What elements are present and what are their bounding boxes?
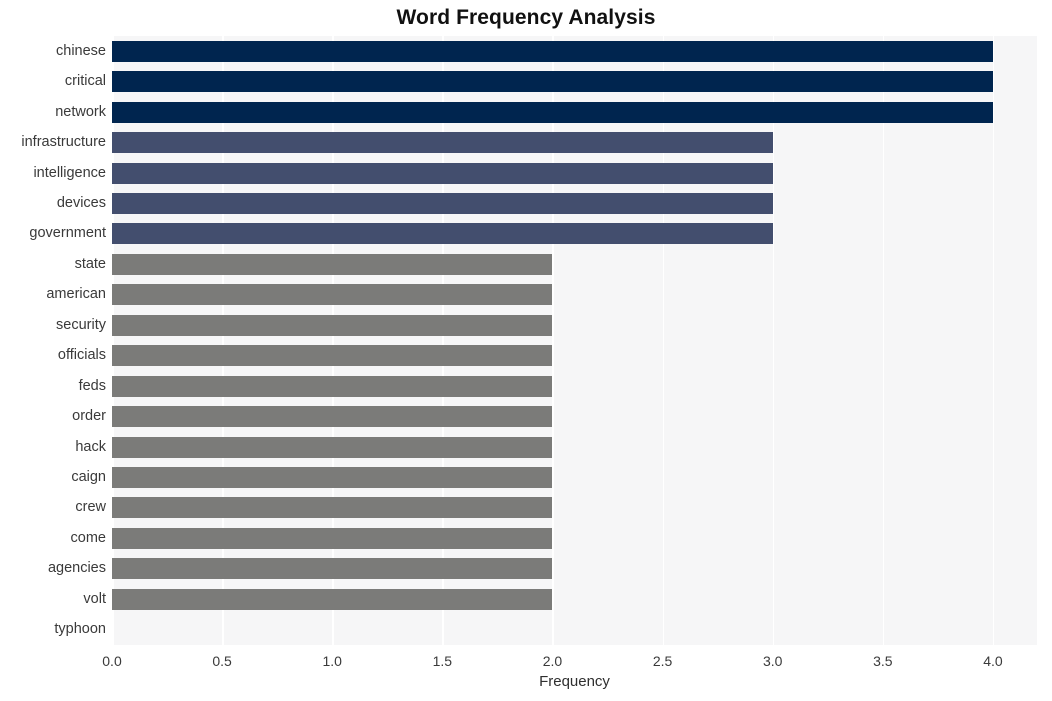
x-tick-label-2.5: 2.5 — [652, 653, 673, 669]
bar-chinese[interactable] — [112, 40, 993, 62]
y-tick-label-caign: caign — [71, 469, 106, 486]
bar-come[interactable] — [112, 527, 553, 549]
y-tick-label-volt: volt — [83, 590, 106, 607]
bar-officials[interactable] — [112, 345, 553, 367]
word-frequency-chart-figure: Word Frequency Analysis chinese critical n… — [0, 0, 1052, 701]
y-tick-label-agencies: agencies — [47, 560, 106, 577]
bar-agencies[interactable] — [112, 558, 553, 580]
y-tick-label-american: american — [46, 286, 106, 303]
x-tick-label-0.5: 0.5 — [212, 653, 232, 669]
y-tick-label-order: order — [72, 408, 106, 425]
bar-intelligence[interactable] — [112, 162, 773, 184]
y-tick-label-critical: critical — [64, 73, 106, 90]
bar-hack[interactable] — [112, 436, 553, 458]
bars-container — [112, 36, 1037, 645]
bar-american[interactable] — [112, 284, 553, 306]
x-tick-label-0.0: 0.0 — [102, 653, 122, 669]
y-tick-label-chinese: chinese — [56, 42, 106, 59]
bar-devices[interactable] — [112, 192, 773, 214]
y-tick-label-hack: hack — [75, 438, 106, 455]
bar-order[interactable] — [112, 406, 553, 428]
x-axis-tick-labels: 0.0 0.5 1.0 1.5 2.0 2.5 3.0 3.5 4.0 — [0, 645, 1052, 675]
x-axis-title: Frequency — [539, 673, 610, 690]
bar-network[interactable] — [112, 101, 993, 123]
x-tick-label-1.5: 1.5 — [432, 653, 453, 669]
bar-state[interactable] — [112, 253, 553, 275]
y-tick-label-network: network — [55, 103, 106, 120]
plot-area — [112, 36, 1037, 645]
bar-infrastructure[interactable] — [112, 132, 773, 154]
y-tick-label-come: come — [70, 529, 106, 546]
bar-feds[interactable] — [112, 375, 553, 397]
bar-government[interactable] — [112, 223, 773, 245]
bar-volt[interactable] — [112, 588, 553, 610]
bar-caign[interactable] — [112, 467, 553, 489]
bar-critical[interactable] — [112, 71, 993, 93]
x-tick-label-2.0: 2.0 — [542, 653, 563, 669]
y-tick-label-security: security — [56, 316, 106, 333]
bar-crew[interactable] — [112, 497, 553, 519]
x-tick-label-3.0: 3.0 — [762, 653, 783, 669]
y-tick-label-intelligence: intelligence — [33, 164, 106, 181]
y-tick-label-infrastructure: infrastructure — [21, 134, 106, 151]
y-tick-label-feds: feds — [78, 377, 106, 394]
y-axis-tick-labels: chinese critical network infrastructure inte… — [0, 36, 106, 645]
y-tick-label-state: state — [74, 255, 106, 272]
chart-title: Word Frequency Analysis — [396, 6, 656, 29]
x-tick-label-4.0: 4.0 — [983, 653, 1003, 669]
y-tick-label-devices: devices — [56, 194, 106, 211]
y-tick-label-officials: officials — [57, 347, 106, 364]
y-tick-label-crew: crew — [75, 499, 106, 516]
x-tick-label-1.0: 1.0 — [322, 653, 342, 669]
x-tick-label-3.5: 3.5 — [873, 653, 893, 669]
y-tick-label-typhoon: typhoon — [54, 621, 106, 638]
bar-security[interactable] — [112, 314, 553, 336]
y-tick-label-government: government — [29, 225, 106, 242]
